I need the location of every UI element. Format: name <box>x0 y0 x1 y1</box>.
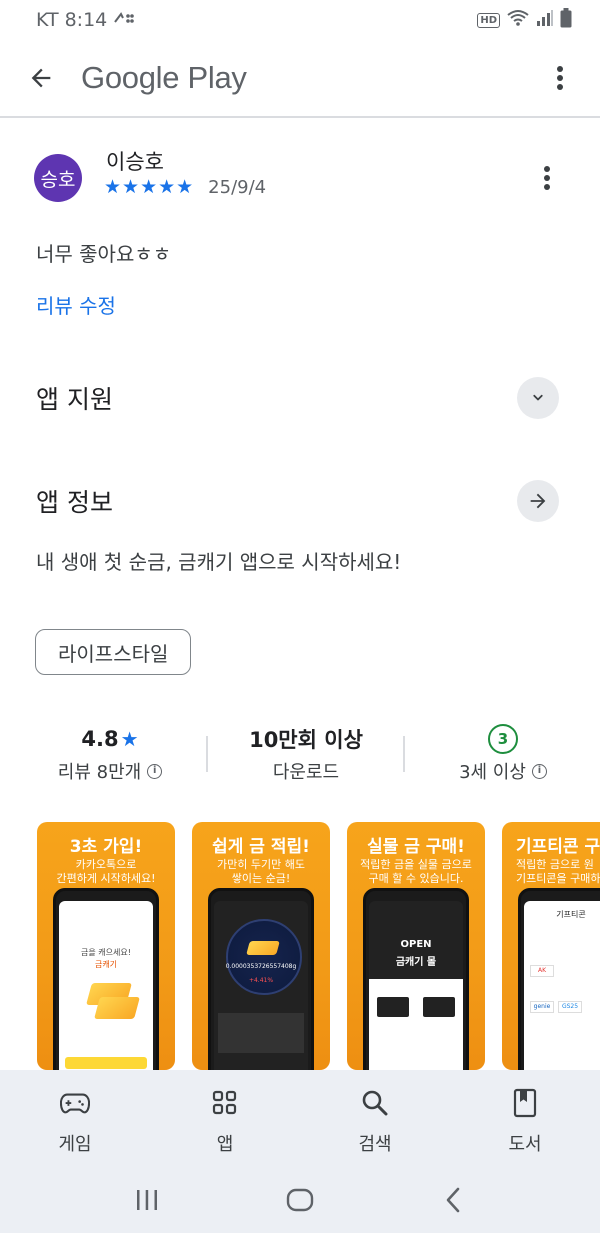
gold-bar-image <box>94 997 140 1019</box>
star-rating-icon: ★★★★★ <box>104 176 195 198</box>
review-rating-row: ★★★★★ 25/9/4 <box>104 176 266 198</box>
info-panel <box>218 1013 304 1053</box>
info-icon: i <box>531 763 547 779</box>
back-button[interactable] <box>13 50 69 106</box>
rating-value: 4.8 <box>81 727 119 751</box>
status-bar: KT 8:14 HD <box>0 0 600 40</box>
nav-apps-label: 앱 <box>216 1134 234 1155</box>
app-info-open-button[interactable] <box>517 480 559 522</box>
review-date: 25/9/4 <box>208 176 267 198</box>
overflow-menu-button[interactable] <box>540 54 580 102</box>
age-rating-badge: 3 <box>488 724 518 754</box>
phone-mockup: OPEN 금캐기 몰 <box>363 888 469 1070</box>
review-overflow-button[interactable] <box>530 160 564 196</box>
signal-icon <box>536 9 554 32</box>
chevron-down-icon <box>533 394 543 401</box>
app-info-heading: 앱 정보 <box>36 488 113 517</box>
screenshot-title: 3초 가입! <box>69 837 143 857</box>
app-description: 내 생애 첫 순금, 금캐기 앱으로 시작하세요! <box>36 550 402 574</box>
review-text: 너무 좋아요ㅎㅎ <box>36 242 172 266</box>
downloads-stat: 10만회 이상 다운로드 <box>206 720 406 784</box>
home-icon <box>286 1188 314 1211</box>
nav-search[interactable]: 검색 <box>300 1070 450 1166</box>
apps-grid-icon <box>210 1088 240 1118</box>
app-bar: Google Play <box>0 40 600 118</box>
app-support-expand-button[interactable] <box>517 377 559 419</box>
system-back-button[interactable] <box>423 1175 483 1225</box>
avatar: 승호 <box>34 154 82 202</box>
home-button[interactable] <box>270 1175 330 1225</box>
rating-stat[interactable]: 4.8 ★ 리뷰 8만개 i <box>10 720 210 784</box>
arrow-back-icon <box>31 68 51 88</box>
chevron-left-icon <box>447 1187 460 1212</box>
reviewer-name: 이승호 <box>106 150 164 174</box>
phone-mockup: 금을 캐으세요! 금캐기 <box>53 888 159 1070</box>
screenshot-thumbnail[interactable]: 3초 가입! 카카오톡으로 간편하게 시작하세요! 금을 캐으세요! 금캐기 <box>37 822 175 1070</box>
nav-games[interactable]: 게임 <box>0 1070 150 1166</box>
screenshot-title: 실물 금 구매! <box>367 837 465 857</box>
screenshot-subtitle: 적립한 금으로 원 기프티콘을 구매하 <box>516 858 600 885</box>
screenshot-title: 기프티콘 구 <box>516 837 600 857</box>
screenshot-thumbnail[interactable]: 실물 금 구매! 적립한 금을 실물 금으로 구매 할 수 있습니다. OPEN … <box>347 822 485 1070</box>
age-rating-stat[interactable]: 3 3세 이상 i <box>403 720 600 784</box>
hd-voice-badge: HD <box>477 12 500 28</box>
search-icon <box>360 1088 390 1118</box>
sync-icon <box>113 9 135 31</box>
star-icon: ★ <box>120 727 139 751</box>
wifi-icon <box>506 9 530 32</box>
screenshot-title: 쉽게 금 적립! <box>212 837 310 857</box>
gold-bar-image <box>246 941 280 955</box>
app-title: Google Play <box>81 60 247 95</box>
nav-games-label: 게임 <box>58 1134 92 1155</box>
downloads-value: 10만회 이상 <box>249 728 363 752</box>
category-chip[interactable]: 라이프스타일 <box>35 629 192 675</box>
app-support-heading: 앱 지원 <box>36 385 113 414</box>
product-card <box>423 997 455 1017</box>
phone-mockup: 0.0000353726557408g +4.41% <box>208 888 314 1070</box>
downloads-label: 다운로드 <box>272 762 340 783</box>
screenshot-subtitle: 카카오톡으로 간편하게 시작하세요! <box>56 858 156 885</box>
screenshot-subtitle: 적립한 금을 실물 금으로 구매 할 수 있습니다. <box>360 858 472 885</box>
nav-search-label: 검색 <box>358 1134 392 1155</box>
product-card <box>377 997 409 1017</box>
bottom-navigation: 게임 앱 검색 도서 <box>0 1070 600 1166</box>
screenshot-thumbnail[interactable]: 기프티콘 구 적립한 금으로 원 기프티콘을 구매하 기프티콘 AK genie … <box>502 822 600 1070</box>
age-rating-label: 3세 이상 <box>459 762 526 783</box>
recent-apps-icon <box>136 1189 157 1210</box>
system-navigation-bar <box>0 1166 600 1233</box>
more-vert-icon <box>544 166 550 190</box>
edit-review-link[interactable]: 리뷰 수정 <box>36 290 116 319</box>
book-icon <box>510 1088 540 1118</box>
kakao-login-bar <box>65 1057 147 1069</box>
screenshot-subtitle: 가만히 두기만 해도 쌓이는 순금! <box>217 858 305 885</box>
product-list <box>369 979 463 1070</box>
arrow-forward-icon <box>530 493 546 509</box>
screenshot-carousel[interactable]: 3초 가입! 카카오톡으로 간편하게 시작하세요! 금을 캐으세요! 금캐기 쉽게… <box>0 822 600 1070</box>
rating-count-label: 리뷰 8만개 <box>57 762 142 783</box>
info-icon: i <box>147 763 163 779</box>
user-review: 승호 이승호 ★★★★★ 25/9/4 <box>0 140 600 230</box>
gamepad-icon <box>60 1088 90 1118</box>
screenshot-thumbnail[interactable]: 쉽게 금 적립! 가만히 두기만 해도 쌓이는 순금! 0.00003537265… <box>192 822 330 1070</box>
battery-icon <box>560 7 572 33</box>
app-stats: 4.8 ★ 리뷰 8만개 i 10만회 이상 다운로드 3 3세 이상 i <box>0 720 600 790</box>
clock: 8:14 <box>64 9 108 31</box>
carrier-label: KT <box>36 9 59 31</box>
nav-books-label: 도서 <box>508 1134 542 1155</box>
nav-apps[interactable]: 앱 <box>150 1070 300 1166</box>
nav-books[interactable]: 도서 <box>450 1070 600 1166</box>
recent-apps-button[interactable] <box>117 1175 177 1225</box>
more-vert-icon <box>557 66 563 90</box>
phone-mockup: 기프티콘 AK genie GS25 <box>518 888 600 1070</box>
